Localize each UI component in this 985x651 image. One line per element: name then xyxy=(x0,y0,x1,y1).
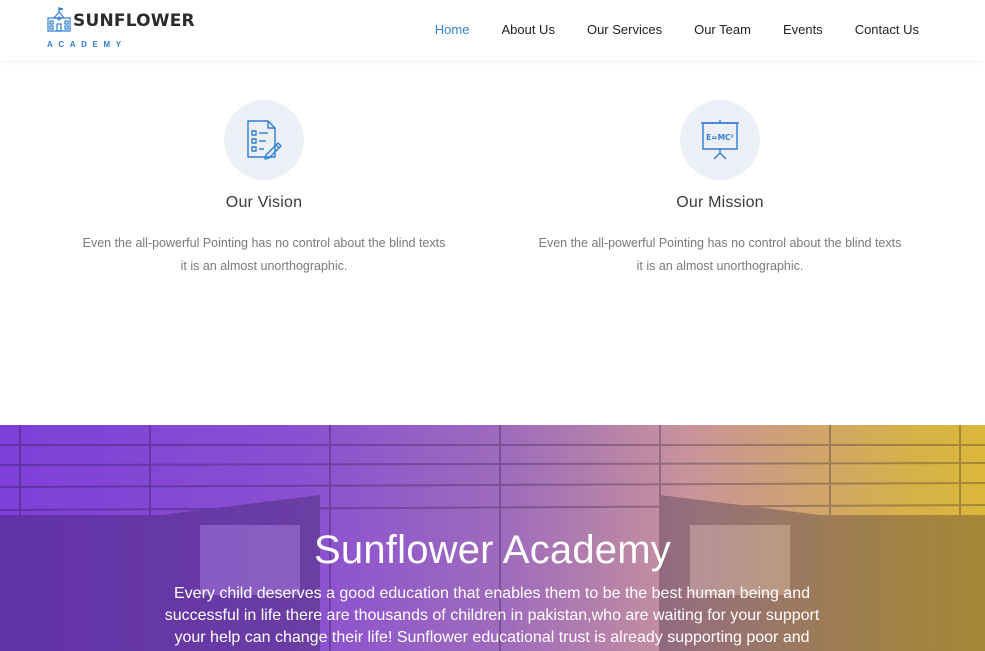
hero-banner: Sunflower Academy Every child deserves a… xyxy=(0,425,985,651)
feature-text-line: it is an almost unorthographic. xyxy=(180,259,348,273)
feature-vision: Our Vision Even the all-powerful Pointin… xyxy=(54,100,474,278)
nav-contact-us[interactable]: Contact Us xyxy=(855,22,919,37)
logo-title: SUNFLOWER xyxy=(73,11,195,31)
site-header: SUNFLOWER ACADEMY Home About Us Our Serv… xyxy=(0,0,985,60)
whiteboard-formula-icon: E=MC² xyxy=(701,120,739,160)
formula-text: E=MC² xyxy=(706,133,734,142)
feature-title: Our Mission xyxy=(676,194,764,211)
feature-title: Our Vision xyxy=(225,194,303,211)
nav-home[interactable]: Home xyxy=(435,22,470,37)
nav-our-team[interactable]: Our Team xyxy=(694,22,751,37)
feature-icon-circle: E=MC² xyxy=(680,100,760,180)
main-nav: Home About Us Our Services Our Team Even… xyxy=(403,0,919,58)
school-building-icon xyxy=(47,7,71,32)
logo-link[interactable]: SUNFLOWER ACADEMY xyxy=(46,6,195,49)
feature-text-line: Even the all-powerful Pointing has no co… xyxy=(82,236,446,250)
feature-mission: E=MC² Our Mission Even the all-powerful … xyxy=(510,100,930,278)
feature-text-line: it is an almost unorthographic. xyxy=(636,259,804,273)
nav-our-services[interactable]: Our Services xyxy=(587,22,662,37)
feature-icon-circle xyxy=(224,100,304,180)
hero-title: Sunflower Academy xyxy=(314,528,671,572)
checklist-document-icon xyxy=(247,120,282,160)
nav-events[interactable]: Events xyxy=(783,22,823,37)
nav-about-us[interactable]: About Us xyxy=(501,22,554,37)
feature-text: Even the all-powerful Pointing has no co… xyxy=(54,232,474,278)
feature-text-line: Even the all-powerful Pointing has no co… xyxy=(538,236,902,250)
feature-text: Even the all-powerful Pointing has no co… xyxy=(510,232,930,278)
logo-subtitle: ACADEMY xyxy=(47,40,127,49)
hero-text: Every child deserves a good education th… xyxy=(164,585,820,646)
